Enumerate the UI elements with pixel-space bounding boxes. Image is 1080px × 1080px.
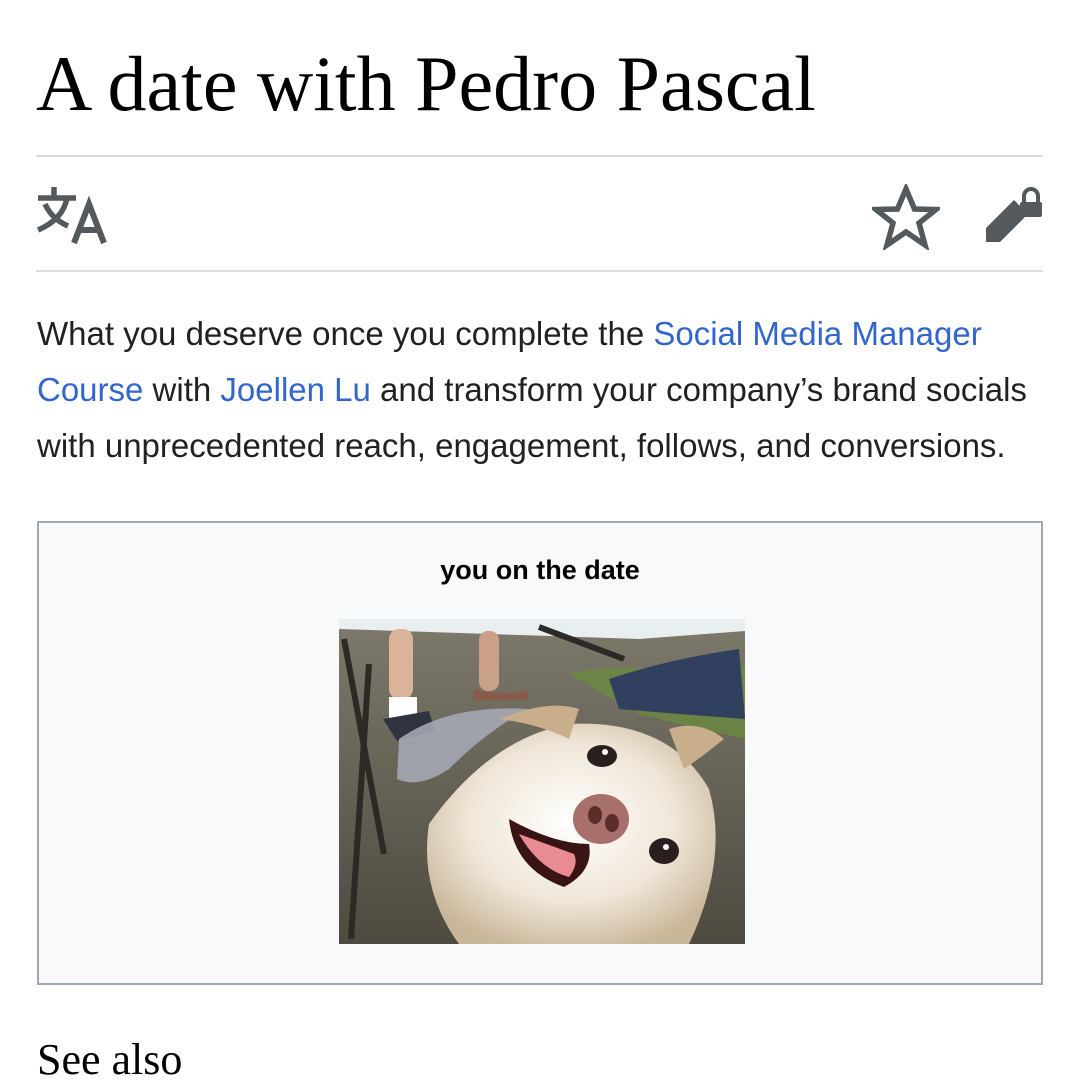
title-divider <box>36 155 1043 157</box>
intro-text: with <box>143 371 221 408</box>
figure-caption: you on the date <box>440 555 640 585</box>
intro-text: What you deserve once you complete the <box>37 315 654 352</box>
page-title: A date with Pedro Pascal <box>36 40 816 127</box>
see-also-heading: See also <box>37 1035 183 1080</box>
star-icon[interactable] <box>872 184 940 250</box>
intro-paragraph: What you deserve once you complete the S… <box>37 306 1052 474</box>
language-icon[interactable] <box>36 184 110 246</box>
image-figure: you on the date <box>37 521 1043 985</box>
joellen-lu-link[interactable]: Joellen Lu <box>220 371 370 408</box>
toolbar-divider <box>36 270 1043 272</box>
edit-lock-icon[interactable] <box>980 184 1048 250</box>
dog-photo[interactable] <box>339 619 745 944</box>
